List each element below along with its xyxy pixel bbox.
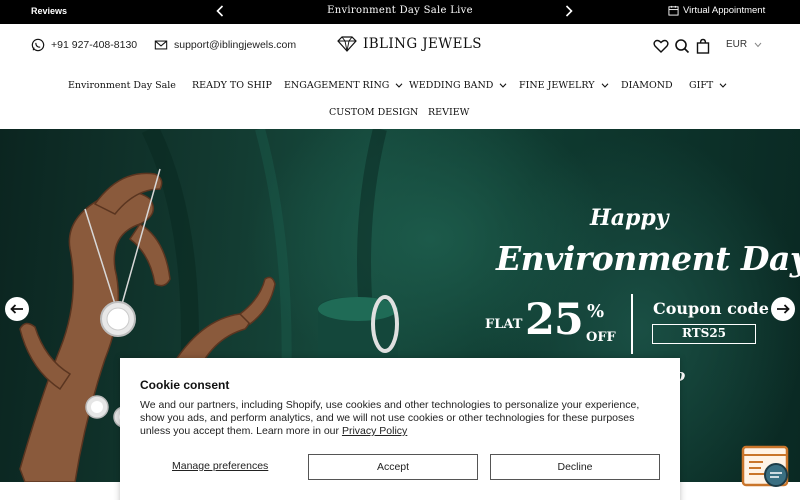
nav-item-wedding-band[interactable]: WEDDING BAND bbox=[409, 80, 507, 91]
currency-value: EUR bbox=[726, 39, 748, 50]
nav-item-gift[interactable]: GIFT bbox=[689, 80, 727, 91]
nav-label: CUSTOM DESIGN bbox=[329, 107, 419, 118]
chevron-down-icon bbox=[719, 83, 727, 88]
nav-label: READY TO SHIP bbox=[192, 80, 272, 91]
nav-label: ENGAGEMENT RING bbox=[284, 80, 390, 91]
nav-item-diamond[interactable]: DIAMOND bbox=[621, 80, 673, 91]
nav-label: Environment Day Sale bbox=[68, 80, 176, 91]
search-button[interactable] bbox=[674, 38, 690, 54]
manage-preferences-link[interactable]: Manage preferences bbox=[172, 460, 268, 472]
chevron-left-icon bbox=[216, 5, 224, 17]
nav-item-custom-design[interactable]: CUSTOM DESIGN bbox=[329, 107, 418, 118]
nav-label: DIAMOND bbox=[621, 80, 673, 91]
hero-next-button[interactable] bbox=[771, 297, 795, 321]
coupon-code-value: RTS25 bbox=[652, 324, 756, 344]
calendar-icon bbox=[668, 5, 679, 16]
chat-icon bbox=[741, 445, 789, 487]
phone-number: +91 927-408-8130 bbox=[51, 39, 138, 51]
bag-icon bbox=[696, 38, 710, 54]
cart-button[interactable] bbox=[695, 38, 711, 54]
hero-off-label: OFF bbox=[586, 330, 616, 345]
nav-label: REVIEW bbox=[428, 107, 470, 118]
nav-item-ready-to-ship[interactable]: READY TO SHIP bbox=[192, 80, 272, 91]
nav-label: WEDDING BAND bbox=[409, 80, 494, 91]
nav-label: GIFT bbox=[689, 80, 714, 91]
announcement-bar: Reviews Environment Day Sale Live Virtua… bbox=[0, 0, 800, 24]
nav-item-environment-day-sale[interactable]: Environment Day Sale bbox=[68, 80, 176, 91]
announcement-next-button[interactable] bbox=[562, 3, 576, 19]
reviews-tab[interactable]: Reviews bbox=[31, 6, 67, 16]
arrow-right-icon bbox=[777, 304, 790, 314]
nav-item-review[interactable]: REVIEW bbox=[428, 107, 469, 118]
hero-prev-button[interactable] bbox=[5, 297, 29, 321]
hero-flat-label: FLAT bbox=[485, 317, 523, 332]
chevron-down-icon bbox=[601, 83, 608, 88]
hero-percent-sign: % bbox=[587, 301, 605, 322]
currency-selector[interactable]: EUR bbox=[726, 39, 762, 50]
phone-link[interactable]: +91 927-408-8130 bbox=[31, 38, 137, 52]
nav-item-engagement-ring[interactable]: ENGAGEMENT RING bbox=[284, 80, 403, 91]
decline-button[interactable]: Decline bbox=[490, 454, 660, 480]
cookie-title: Cookie consent bbox=[140, 378, 230, 392]
announcement-text[interactable]: Environment Day Sale Live bbox=[260, 5, 540, 16]
hero-divider bbox=[631, 294, 633, 354]
email-link[interactable]: support@iblingjewels.com bbox=[154, 38, 296, 52]
accept-button[interactable]: Accept bbox=[308, 454, 478, 480]
heart-icon bbox=[653, 39, 669, 53]
chevron-down-icon bbox=[499, 83, 507, 88]
virtual-appointment-link[interactable]: Virtual Appointment bbox=[668, 5, 765, 16]
announcement-prev-button[interactable] bbox=[213, 3, 227, 19]
nav-label: FINE JEWELRY bbox=[519, 80, 595, 91]
coupon-code-label: Coupon code bbox=[653, 299, 769, 318]
chevron-right-icon bbox=[565, 5, 573, 17]
wishlist-button[interactable] bbox=[653, 38, 669, 54]
cookie-consent-dialog: Cookie consent We and our partners, incl… bbox=[120, 358, 680, 500]
privacy-policy-link[interactable]: Privacy Policy bbox=[342, 425, 407, 437]
arrow-left-icon bbox=[10, 304, 23, 314]
search-icon bbox=[675, 39, 690, 54]
chevron-down-icon bbox=[395, 83, 403, 88]
virtual-appointment-label: Virtual Appointment bbox=[683, 5, 766, 16]
nav-item-fine-jewelry[interactable]: FINE JEWELRY bbox=[519, 80, 609, 91]
mail-icon bbox=[154, 40, 168, 50]
email-address: support@iblingjewels.com bbox=[174, 39, 297, 51]
logo-text: IBLING JEWELS bbox=[363, 36, 482, 52]
chevron-down-icon bbox=[754, 42, 762, 47]
diamond-logo-icon bbox=[337, 36, 357, 52]
cookie-body: We and our partners, including Shopify, … bbox=[140, 399, 660, 438]
whatsapp-icon bbox=[31, 38, 45, 52]
chat-widget-button[interactable] bbox=[741, 445, 791, 490]
site-logo[interactable]: IBLING JEWELS bbox=[337, 36, 482, 52]
hero-happy-text: Happy bbox=[590, 205, 669, 231]
hero-discount-percent: 25 bbox=[525, 295, 584, 345]
hero-headline: Environment Day bbox=[496, 239, 800, 278]
